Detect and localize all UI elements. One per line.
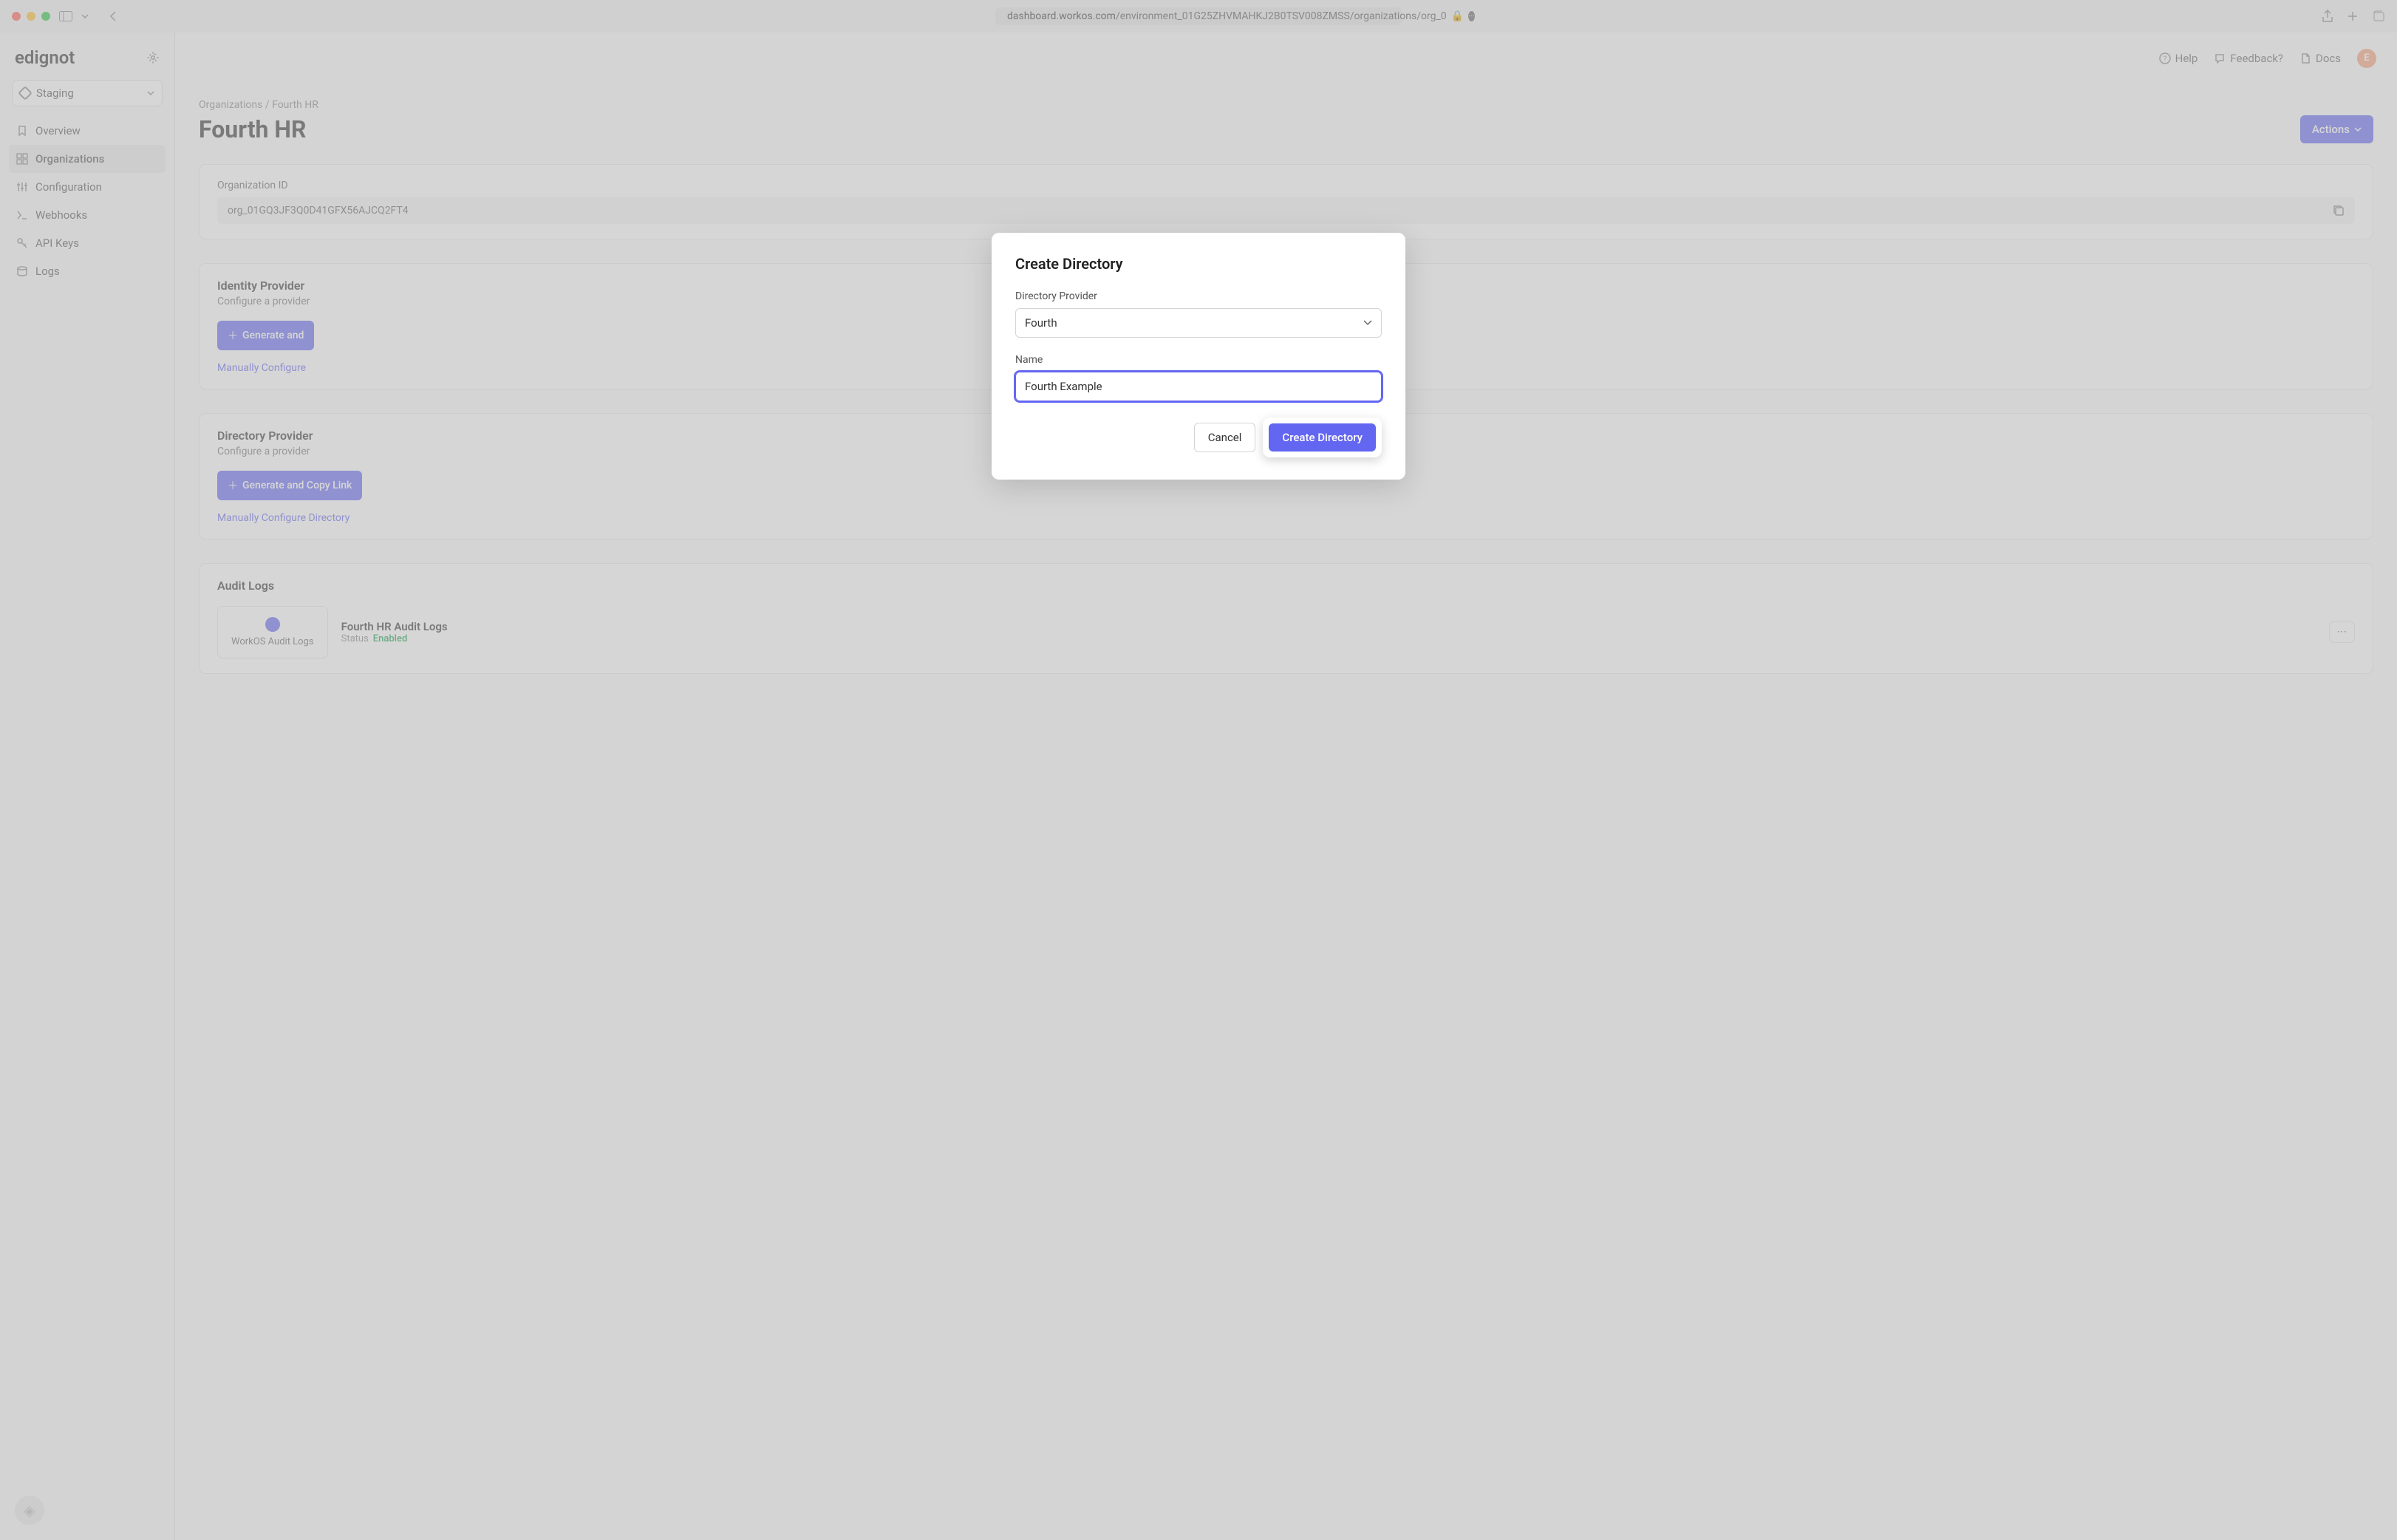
create-directory-modal: Create Directory Directory Provider Four… — [992, 233, 1405, 480]
provider-select[interactable]: Fourth — [1015, 308, 1382, 338]
name-input[interactable] — [1015, 372, 1382, 401]
name-field-label: Name — [1015, 354, 1382, 366]
create-directory-button[interactable]: Create Directory — [1269, 423, 1376, 452]
provider-value: Fourth — [1025, 316, 1057, 330]
cancel-button[interactable]: Cancel — [1194, 423, 1256, 452]
modal-scrim[interactable]: Create Directory Directory Provider Four… — [0, 0, 2397, 1540]
chevron-down-icon — [1363, 320, 1372, 326]
modal-title: Create Directory — [1015, 255, 1382, 273]
submit-highlight: Create Directory — [1263, 418, 1382, 457]
provider-field-label: Directory Provider — [1015, 290, 1382, 302]
